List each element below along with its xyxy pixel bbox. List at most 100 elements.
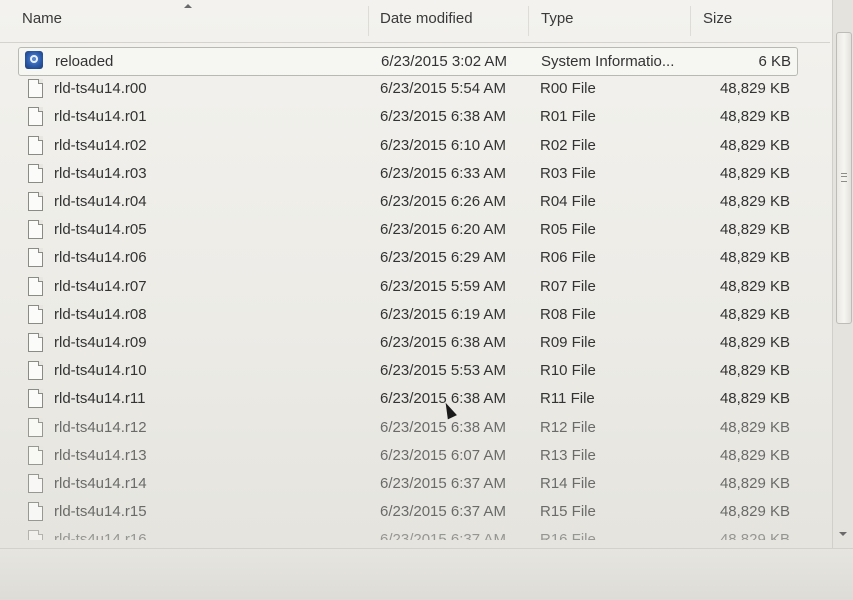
file-size: 48,829 KB bbox=[719, 164, 790, 182]
file-row[interactable]: rld-ts4u14.r11 6/23/2015 6:38 AM R11 File 4… bbox=[18, 385, 796, 412]
file-type: R15 File bbox=[540, 503, 596, 521]
file-icon bbox=[28, 304, 43, 324]
file-type: R12 File bbox=[540, 418, 596, 436]
file-row[interactable]: rld-ts4u14.r09 6/23/2015 6:38 AM R09 File 4… bbox=[18, 329, 796, 356]
file-icon bbox=[28, 192, 43, 211]
file-size: 48,829 KB bbox=[719, 531, 790, 540]
file-date-modified: 6/23/2015 6:26 AM bbox=[380, 193, 506, 210]
file-date-modified: 6/23/2015 6:10 AM bbox=[380, 136, 506, 154]
file-size: 48,829 KB bbox=[719, 362, 790, 380]
file-date-modified: 6/23/2015 6:20 AM bbox=[380, 221, 506, 239]
column-header-name[interactable]: Name bbox=[22, 10, 62, 27]
file-type: R07 File bbox=[540, 277, 596, 295]
file-name: rld-ts4u14.r01 bbox=[54, 108, 147, 126]
file-row[interactable]: rld-ts4u14.r13 6/23/2015 6:07 AM R13 File 4… bbox=[18, 442, 796, 469]
file-type: R08 File bbox=[540, 305, 596, 323]
file-row[interactable]: rld-ts4u14.r05 6/23/2015 6:20 AM R05 File 4… bbox=[18, 216, 796, 243]
file-date-modified: 6/23/2015 6:38 AM bbox=[380, 108, 506, 126]
file-name: reloaded bbox=[55, 53, 114, 70]
file-type: R00 File bbox=[540, 80, 596, 98]
file-row[interactable]: rld-ts4u14.r15 6/23/2015 6:37 AM R15 File 4… bbox=[18, 498, 796, 525]
file-name: rld-ts4u14.r05 bbox=[54, 221, 147, 239]
file-icon bbox=[28, 248, 43, 268]
file-list: reloaded 6/23/2015 3:02 AM System Informat… bbox=[0, 46, 830, 540]
file-row[interactable]: rld-ts4u14.r10 6/23/2015 5:53 AM R10 File 4… bbox=[18, 357, 796, 384]
file-size: 48,829 KB bbox=[719, 334, 790, 351]
file-name: rld-ts4u14.r14 bbox=[54, 475, 147, 492]
file-row[interactable]: rld-ts4u14.r14 6/23/2015 6:37 AM R14 File 4… bbox=[18, 470, 796, 497]
scrollbar-thumb[interactable] bbox=[836, 32, 852, 324]
file-name: rld-ts4u14.r15 bbox=[54, 503, 147, 521]
file-type: R10 File bbox=[540, 362, 596, 380]
file-name: rld-ts4u14.r11 bbox=[54, 390, 146, 408]
file-date-modified: 6/23/2015 6:07 AM bbox=[380, 446, 506, 464]
file-name: rld-ts4u14.r12 bbox=[54, 418, 147, 436]
file-size: 48,829 KB bbox=[719, 390, 790, 408]
file-date-modified: 6/23/2015 6:38 AM bbox=[380, 334, 506, 351]
file-type: R16 File bbox=[540, 531, 596, 540]
file-icon bbox=[28, 361, 43, 381]
file-size: 48,829 KB bbox=[719, 305, 790, 323]
file-date-modified: 6/23/2015 6:29 AM bbox=[380, 249, 506, 267]
file-name: rld-ts4u14.r10 bbox=[54, 362, 147, 380]
file-type: R02 File bbox=[540, 136, 596, 154]
file-row[interactable]: reloaded 6/23/2015 3:02 AM System Informat… bbox=[18, 47, 798, 76]
file-row[interactable]: rld-ts4u14.r16 6/23/2015 6:37 AM R16 File 4… bbox=[18, 526, 796, 540]
file-icon bbox=[28, 417, 43, 437]
file-size: 48,829 KB bbox=[719, 503, 790, 521]
file-date-modified: 6/23/2015 6:37 AM bbox=[380, 503, 506, 521]
file-size: 48,829 KB bbox=[719, 221, 790, 239]
column-divider[interactable] bbox=[368, 6, 369, 36]
file-name: rld-ts4u14.r03 bbox=[54, 164, 147, 182]
file-row[interactable]: rld-ts4u14.r04 6/23/2015 6:26 AM R04 File 4… bbox=[18, 188, 796, 215]
file-name: rld-ts4u14.r02 bbox=[54, 136, 147, 154]
file-size: 48,829 KB bbox=[719, 193, 790, 210]
file-type: System Informatio... bbox=[541, 53, 675, 70]
file-icon bbox=[28, 445, 43, 465]
file-size: 48,829 KB bbox=[719, 475, 790, 492]
vertical-scrollbar[interactable] bbox=[832, 0, 853, 548]
file-size: 48,829 KB bbox=[719, 136, 790, 154]
column-header-size[interactable]: Size bbox=[703, 10, 732, 27]
file-date-modified: 6/23/2015 6:19 AM bbox=[380, 305, 506, 323]
file-name: rld-ts4u14.r04 bbox=[54, 193, 147, 210]
file-row[interactable]: rld-ts4u14.r07 6/23/2015 5:59 AM R07 File 4… bbox=[18, 273, 796, 300]
file-icon bbox=[28, 502, 43, 522]
file-icon bbox=[28, 333, 43, 352]
file-date-modified: 6/23/2015 6:38 AM bbox=[380, 418, 506, 436]
file-icon bbox=[28, 276, 43, 296]
file-type: R09 File bbox=[540, 334, 596, 351]
file-type: R06 File bbox=[540, 249, 596, 267]
scrollbar-grip-icon bbox=[841, 173, 847, 182]
file-size: 48,829 KB bbox=[719, 418, 790, 436]
file-row[interactable]: rld-ts4u14.r03 6/23/2015 6:33 AM R03 File 4… bbox=[18, 160, 796, 187]
file-size: 48,829 KB bbox=[719, 446, 790, 464]
file-date-modified: 6/23/2015 5:59 AM bbox=[380, 277, 506, 295]
scroll-down-arrow-icon[interactable] bbox=[839, 532, 847, 536]
file-date-modified: 6/23/2015 6:37 AM bbox=[380, 531, 506, 540]
file-date-modified: 6/23/2015 6:33 AM bbox=[380, 164, 506, 182]
column-header-bar: Name Date modified Type Size bbox=[0, 0, 830, 43]
file-row[interactable]: rld-ts4u14.r12 6/23/2015 6:38 AM R12 File 4… bbox=[18, 414, 796, 441]
file-name: rld-ts4u14.r00 bbox=[54, 80, 147, 98]
column-header-type[interactable]: Type bbox=[541, 10, 574, 27]
file-name: rld-ts4u14.r09 bbox=[54, 334, 147, 351]
file-explorer-window: Name Date modified Type Size reloaded 6/2… bbox=[0, 0, 853, 600]
file-row[interactable]: rld-ts4u14.r08 6/23/2015 6:19 AM R08 File 4… bbox=[18, 301, 796, 328]
column-header-date-modified[interactable]: Date modified bbox=[380, 10, 473, 27]
file-row[interactable]: rld-ts4u14.r00 6/23/2015 5:54 AM R00 File 4… bbox=[18, 75, 796, 102]
file-name: rld-ts4u14.r06 bbox=[54, 249, 147, 267]
column-divider[interactable] bbox=[528, 6, 529, 36]
sort-ascending-icon bbox=[184, 4, 192, 8]
file-icon bbox=[28, 107, 43, 127]
file-row[interactable]: rld-ts4u14.r06 6/23/2015 6:29 AM R06 File 4… bbox=[18, 244, 796, 271]
file-date-modified: 6/23/2015 5:53 AM bbox=[380, 362, 506, 380]
file-row[interactable]: rld-ts4u14.r01 6/23/2015 6:38 AM R01 File 4… bbox=[18, 103, 796, 130]
file-icon bbox=[28, 530, 43, 540]
column-divider[interactable] bbox=[690, 6, 691, 36]
file-row[interactable]: rld-ts4u14.r02 6/23/2015 6:10 AM R02 File 4… bbox=[18, 132, 796, 159]
file-type: R13 File bbox=[540, 446, 596, 464]
window-bottom-edge bbox=[0, 548, 853, 600]
file-size: 6 KB bbox=[758, 53, 791, 70]
file-date-modified: 6/23/2015 3:02 AM bbox=[381, 53, 507, 70]
